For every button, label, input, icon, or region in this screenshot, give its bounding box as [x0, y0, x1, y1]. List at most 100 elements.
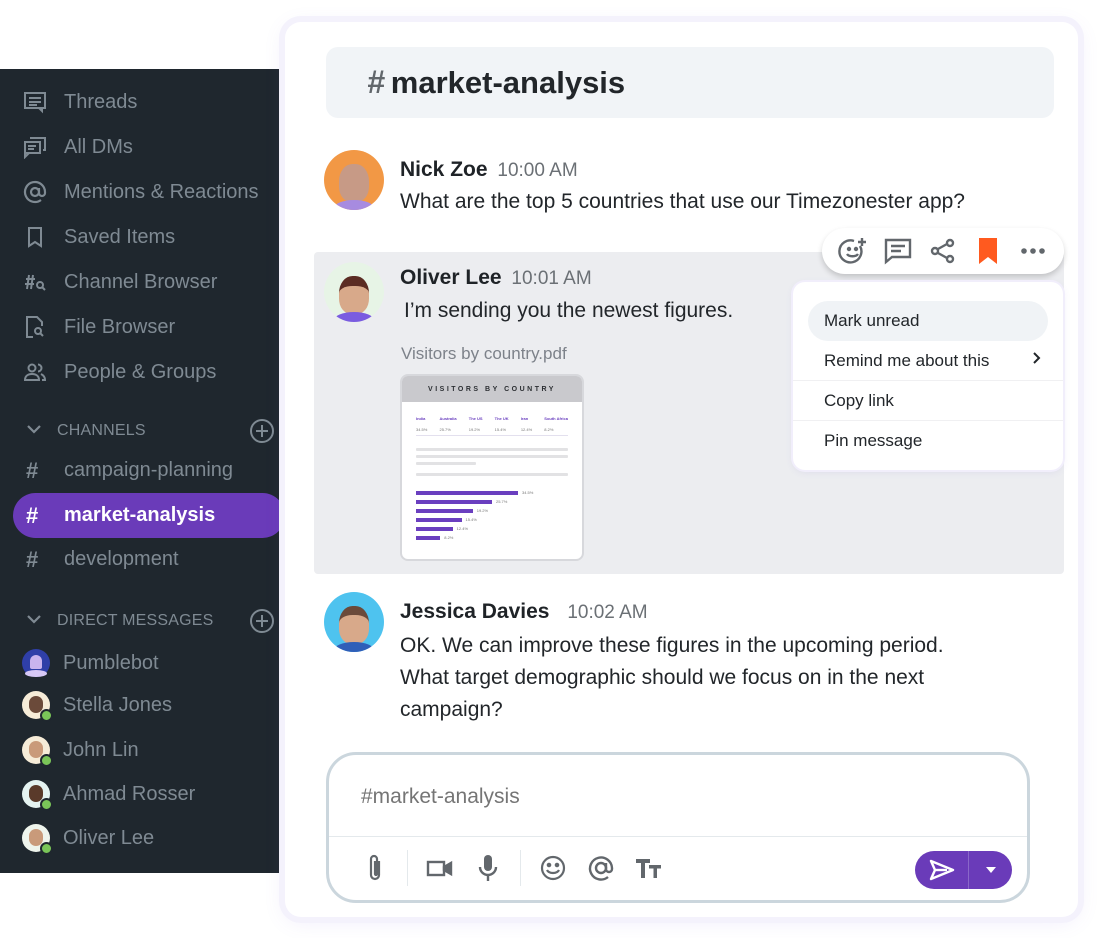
pdf-bar-chart: 34.5% 25.7% 19.2% 15.4% 12.4% 8.2%	[416, 488, 568, 542]
pdf-bar	[416, 535, 441, 540]
message-input[interactable]	[361, 785, 961, 809]
chevron-right-icon	[1031, 351, 1041, 370]
sidebar-item-people-groups[interactable]: People & Groups	[22, 355, 216, 389]
sidebar: Threads All DMs Mentions & Reactions Sav…	[0, 69, 298, 873]
message-text: What are the top 5 countries that use ou…	[400, 190, 965, 213]
pdf-country: India	[416, 416, 426, 421]
sidebar-item-file-browser[interactable]: File Browser	[22, 310, 175, 344]
sidebar-item-mentions-reactions[interactable]: Mentions & Reactions	[22, 175, 259, 209]
text-format-icon[interactable]	[631, 850, 667, 886]
composer-divider	[329, 836, 1027, 837]
channel-label: market-analysis	[64, 504, 216, 526]
chevron-down-icon[interactable]	[25, 612, 45, 630]
dm-stella-jones[interactable]: Stella Jones	[22, 688, 172, 722]
add-channel-icon[interactable]	[249, 418, 275, 444]
send-options-dropdown[interactable]	[969, 851, 1012, 889]
dm-label: John Lin	[63, 738, 139, 761]
menu-item-label: Mark unread	[824, 311, 920, 330]
all-dms-icon	[22, 134, 48, 160]
hash-icon: #	[26, 502, 39, 528]
menu-item-label: Pin message	[824, 431, 923, 450]
video-icon[interactable]	[422, 850, 458, 886]
sidebar-item-saved-items[interactable]: Saved Items	[22, 220, 175, 254]
mention-icon[interactable]	[583, 850, 619, 886]
pdf-title: VISITORS BY COUNTRY	[402, 376, 582, 402]
channel-search-icon	[22, 269, 48, 295]
menu-item-pin-message[interactable]: Pin message	[793, 421, 1063, 461]
threads-icon	[22, 89, 48, 115]
avatar	[22, 649, 50, 677]
pdf-country: The UK	[494, 416, 509, 421]
pdf-bar-row: 34.5%	[416, 488, 568, 497]
pdf-bar	[416, 508, 473, 513]
menu-item-remind-me[interactable]: Remind me about this	[793, 341, 1063, 381]
attach-icon[interactable]	[357, 850, 393, 886]
dm-ahmad-rosser[interactable]: Ahmad Rosser	[22, 777, 195, 811]
emoji-icon[interactable]	[535, 850, 571, 886]
dm-oliver-lee[interactable]: Oliver Lee	[22, 821, 154, 855]
dm-label: Ahmad Rosser	[63, 782, 196, 805]
pdf-text-line	[416, 473, 568, 476]
avatar	[22, 824, 53, 855]
channel-label: development	[64, 548, 179, 570]
message-composer	[326, 752, 1030, 903]
channels-section-header[interactable]: CHANNELS	[25, 419, 275, 443]
message-text: I’m sending you the newest figures.	[404, 299, 734, 322]
message-line: campaign?	[400, 698, 503, 721]
dm-john-lin[interactable]: John Lin	[22, 733, 139, 767]
pdf-bar	[416, 526, 453, 531]
share-icon[interactable]	[926, 234, 960, 268]
pdf-bar-label: 19.2%	[476, 508, 489, 513]
dm-label: Stella Jones	[63, 693, 172, 716]
pdf-divider	[416, 435, 568, 436]
message[interactable]: Nick Zoe 10:00 AM What are the top 5 cou…	[314, 140, 1064, 230]
message-author[interactable]: Nick Zoe	[400, 158, 488, 181]
pdf-bar	[416, 490, 518, 495]
menu-item-label: Remind me about this	[824, 350, 990, 370]
file-search-icon	[22, 314, 48, 340]
pdf-text-line	[416, 462, 476, 465]
online-status-indicator	[40, 798, 53, 811]
sidebar-item-channel-browser[interactable]: Channel Browser	[22, 265, 217, 299]
pdf-attachment-preview[interactable]: VISITORS BY COUNTRY India 34.5% Australia…	[400, 374, 584, 561]
menu-item-copy-link[interactable]: Copy link	[793, 381, 1063, 421]
saved-bookmark-icon[interactable]	[971, 234, 1005, 268]
avatar	[22, 691, 53, 722]
more-icon[interactable]	[1016, 234, 1050, 268]
dms-section-header[interactable]: DIRECT MESSAGES	[25, 609, 275, 633]
dm-pumblebot[interactable]: Pumblebot	[22, 646, 159, 680]
send-button-group	[915, 851, 1012, 889]
pdf-value: 8.2%	[544, 427, 554, 432]
message-time: 10:02 AM	[567, 602, 648, 623]
channel-campaign-planning[interactable]: # campaign-planning	[13, 448, 285, 493]
hash-icon: #	[26, 546, 39, 572]
chevron-down-icon[interactable]	[25, 422, 45, 440]
hash-icon: #	[26, 457, 39, 483]
sidebar-item-threads[interactable]: Threads	[22, 85, 137, 119]
avatar	[324, 262, 384, 322]
pdf-bar-label: 25.7%	[495, 499, 508, 504]
toolbar-separator	[407, 850, 408, 886]
sidebar-item-all-dms[interactable]: All DMs	[22, 130, 133, 164]
channel-development[interactable]: # development	[13, 537, 285, 582]
add-dm-icon[interactable]	[249, 608, 275, 634]
channels-header-label: CHANNELS	[57, 422, 146, 439]
message-author[interactable]: Jessica Davies	[400, 600, 549, 623]
attachment-filename[interactable]: Visitors by country.pdf	[401, 344, 567, 364]
menu-item-mark-unread[interactable]: Mark unread	[808, 301, 1048, 341]
add-reaction-icon[interactable]	[836, 234, 870, 268]
pdf-table: India 34.5% Australia 25.7% The US 19.2% Th…	[402, 416, 582, 432]
pdf-bar-row: 8.2%	[416, 533, 568, 542]
sidebar-item-label: Channel Browser	[64, 270, 218, 293]
message[interactable]: Jessica Davies 10:02 AM OK. We can impro…	[314, 582, 1064, 732]
caret-down-icon	[985, 867, 996, 873]
message-line: OK. We can improve these figures in the …	[400, 634, 944, 657]
message-author[interactable]: Oliver Lee	[400, 266, 502, 289]
people-icon	[22, 359, 48, 385]
send-button[interactable]	[915, 851, 969, 889]
microphone-icon[interactable]	[470, 850, 506, 886]
hash-icon: #	[367, 64, 385, 100]
sidebar-item-label: People & Groups	[64, 360, 217, 383]
reply-thread-icon[interactable]	[881, 234, 915, 268]
channel-market-analysis[interactable]: # market-analysis	[13, 493, 285, 538]
